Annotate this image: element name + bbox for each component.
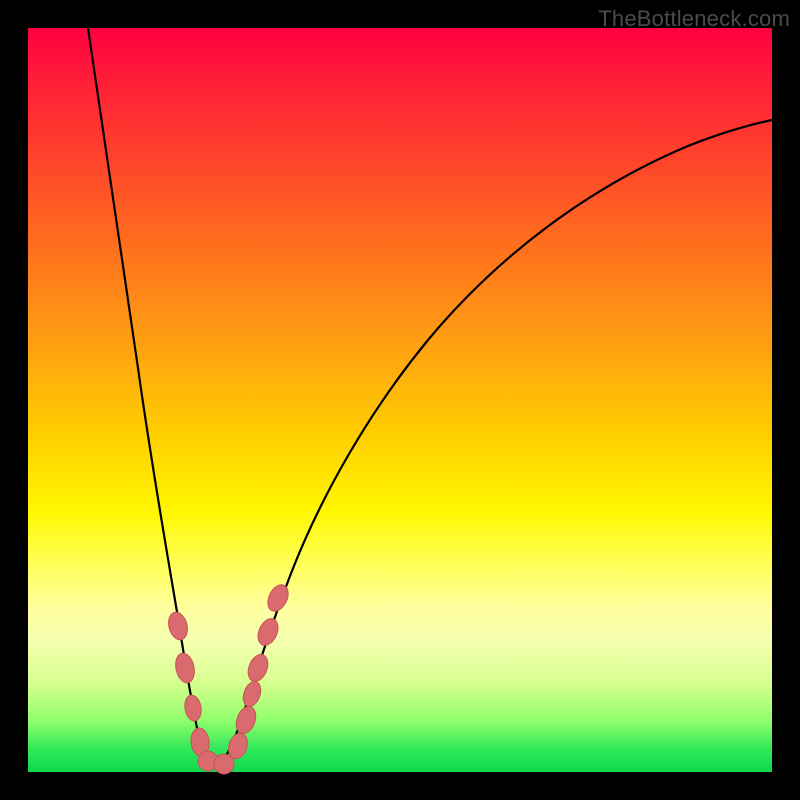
bottleneck-curve-left (88, 28, 214, 768)
bead-cluster (166, 581, 293, 774)
bead (264, 581, 292, 614)
bead (244, 652, 271, 685)
bead (173, 651, 197, 684)
bead (166, 610, 191, 642)
watermark-text: TheBottleneck.com (598, 6, 790, 32)
chart-frame: TheBottleneck.com (0, 0, 800, 800)
bead (254, 616, 282, 649)
bead (183, 694, 203, 722)
bead (240, 679, 264, 709)
curve-layer (28, 28, 772, 772)
bottleneck-curve-right (214, 120, 772, 768)
